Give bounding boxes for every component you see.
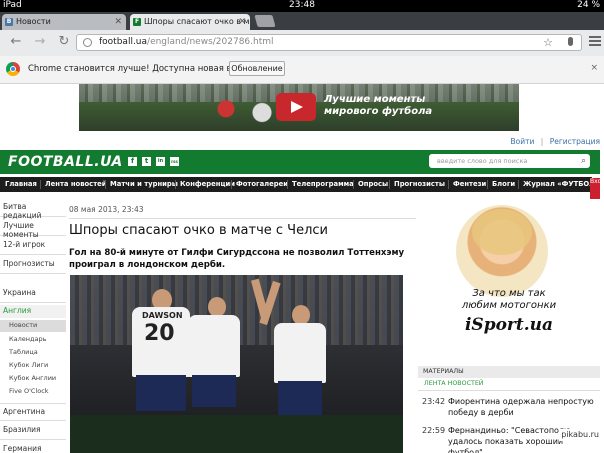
nav-item-photos[interactable]: Фотогалереи (236, 180, 288, 188)
photo-player-shirt: DAWSON 20 (132, 307, 190, 377)
nav-item-matches[interactable]: Матчи и турниры (110, 180, 178, 188)
rss-icon[interactable]: rss (170, 157, 179, 166)
auth-separator: | (540, 137, 544, 146)
nav-item-main[interactable]: Главная (5, 180, 37, 188)
nav-item-magazine[interactable]: Журнал «ФУТБОЛ» (523, 180, 592, 188)
promo-image-hair (472, 209, 532, 255)
sidebar-subitem-league-cup[interactable]: Кубок Лиги (0, 360, 66, 372)
news-item[interactable]: 23:42 Фиорентина одержала непростую побе… (418, 396, 600, 420)
divider (418, 390, 600, 391)
sidebar-subitem-calendar[interactable]: Календарь (0, 334, 66, 346)
left-sidebar: Битва редакций Лучшие моменты 12-й игрок… (0, 199, 66, 453)
bookmark-star-icon[interactable]: ☆ (543, 35, 553, 50)
twitter-icon[interactable]: t (142, 157, 151, 166)
photo-player-shorts (136, 375, 186, 411)
sidebar-item-brazil[interactable]: Бразилия (0, 422, 66, 440)
reload-icon[interactable]: ↻ (56, 34, 72, 50)
web-page: Лучшие моменты мирового футбола Войти | … (0, 84, 604, 453)
promo-banner[interactable]: За что мы так любим мотогонки iSport.ua (418, 199, 600, 359)
tab-newsfeed[interactable]: ЛЕНТА НОВОСТЕЙ (424, 380, 484, 387)
banner-text: Лучшие моменты мирового футбола (324, 94, 433, 117)
article-title: Шпоры спасают очко в матче с Челси (69, 223, 328, 238)
back-arrow-icon[interactable]: ← (8, 34, 24, 50)
tab-strip: В Новости ✕ F Шпоры спасают очко в ма ✕ (0, 12, 604, 30)
browser-toolbar: ← → ↻ football.ua/england/news/202786.ht… (0, 30, 604, 57)
video-banner[interactable]: Лучшие моменты мирового футбола (79, 84, 519, 131)
clock: 23:48 (289, 0, 315, 10)
sidebar-section-england[interactable]: Англия (0, 305, 66, 318)
nav-item-forecasters[interactable]: Прогнозисты (394, 180, 445, 188)
nav-item-tv[interactable]: Телепрограмма (292, 180, 354, 188)
football-ua-favicon-icon: F (133, 18, 141, 26)
photo-player-shirt (188, 315, 240, 377)
sidebar-subitem-five-oclock[interactable]: Five O'Clock (0, 386, 66, 398)
promo-brand: iSport.ua (464, 315, 554, 335)
watermark: pikabu.ru (559, 429, 601, 441)
main-navigation: Главная Лента новостей Матчи и турниры К… (0, 177, 592, 192)
sidebar-item-forecasters[interactable]: Прогнозисты (0, 256, 66, 274)
battery-indicator: 24 % (577, 0, 600, 10)
facebook-icon[interactable]: f (128, 157, 137, 166)
address-bar[interactable]: football.ua/england/news/202786.html ☆ (76, 34, 582, 51)
nav-item-conferences[interactable]: Конференции (180, 180, 235, 188)
tab-novosti[interactable]: В Новости ✕ (2, 14, 126, 30)
auth-links: Войти | Регистрация (507, 137, 600, 146)
login-link[interactable]: Войти (511, 137, 535, 146)
sidebar-item-argentina[interactable]: Аргентина (0, 403, 66, 421)
photo-pitch (70, 415, 403, 453)
sidebar-item-ukraine[interactable]: Украина (0, 285, 66, 303)
site-logo[interactable]: FOOTBALL.UA (8, 154, 123, 170)
tab-label: Шпоры спасают очко в ма (144, 17, 250, 26)
update-infobar: Chrome становится лучше! Доступна новая … (0, 56, 604, 84)
promo-tagline: За что мы так любим мотогонки (461, 288, 557, 311)
sidebar-item-battle[interactable]: Битва редакций (0, 199, 66, 220)
article-photo: DAWSON 20 (70, 275, 403, 453)
photo-player-shirt (274, 323, 326, 383)
new-tab-button[interactable] (254, 15, 276, 27)
tab-label: Новости (16, 17, 51, 26)
sidebar-subitem-news[interactable]: Новости (0, 320, 66, 332)
forward-arrow-icon[interactable]: → (32, 34, 48, 50)
ios-status-bar: iPad 23:48 24 % (0, 0, 604, 12)
close-tab-icon[interactable]: ✕ (238, 14, 246, 30)
play-icon[interactable] (276, 93, 316, 121)
article-lead: Гол на 80-й минуте от Гилфи Сигурдссона … (69, 248, 405, 270)
site-search-input[interactable]: введите слово для поиска ⌕ (429, 154, 590, 168)
photo-player-head (208, 297, 226, 317)
chrome-logo-icon (6, 62, 20, 76)
menu-icon[interactable] (589, 36, 601, 48)
materials-header: МАТЕРИАЛЫ (418, 366, 600, 378)
update-button[interactable]: Обновление (229, 61, 285, 76)
sidebar-item-germany[interactable]: Германия (0, 441, 66, 453)
infobar-message: Chrome становится лучше! Доступна новая … (28, 64, 261, 74)
photo-player-shorts (192, 375, 236, 407)
globe-icon (83, 38, 92, 47)
nav-item-newsfeed[interactable]: Лента новостей (45, 180, 107, 188)
tab-article[interactable]: F Шпоры спасают очко в ма ✕ (130, 14, 250, 30)
sidebar-subitem-table[interactable]: Таблица (0, 347, 66, 359)
photo-player-shorts (278, 381, 322, 415)
photo-player-head (292, 305, 310, 325)
nav-item-polls[interactable]: Опросы (358, 180, 388, 188)
sidebar-item-best-moments[interactable]: Лучшие моменты (0, 218, 66, 239)
search-icon[interactable]: ⌕ (581, 154, 586, 168)
nav-item-fantasy[interactable]: Фентези (453, 180, 486, 188)
site-header: FOOTBALL.UA f t in rss введите слово для… (0, 150, 600, 174)
news-headline: Фиорентина одержала непростую победу в д… (448, 397, 594, 417)
microphone-icon[interactable] (568, 37, 573, 46)
url-text: football.ua/england/news/202786.html (99, 37, 274, 47)
linkedin-icon[interactable]: in (156, 157, 165, 166)
close-infobar-icon[interactable]: × (590, 63, 598, 73)
divider (69, 218, 416, 219)
nav-item-blogs[interactable]: Блоги (492, 180, 515, 188)
news-time: 22:59 (422, 426, 446, 435)
vk-favicon-icon: В (5, 18, 13, 26)
article-date: 08 мая 2013, 23:43 (69, 205, 144, 214)
close-tab-icon[interactable]: ✕ (114, 14, 122, 30)
register-link[interactable]: Регистрация (550, 137, 600, 146)
news-time: 23:42 (422, 397, 446, 406)
sidebar-subitem-fa-cup[interactable]: Кубок Англии (0, 373, 66, 385)
sidebar-item-12th-player[interactable]: 12-й игрок (0, 237, 66, 255)
